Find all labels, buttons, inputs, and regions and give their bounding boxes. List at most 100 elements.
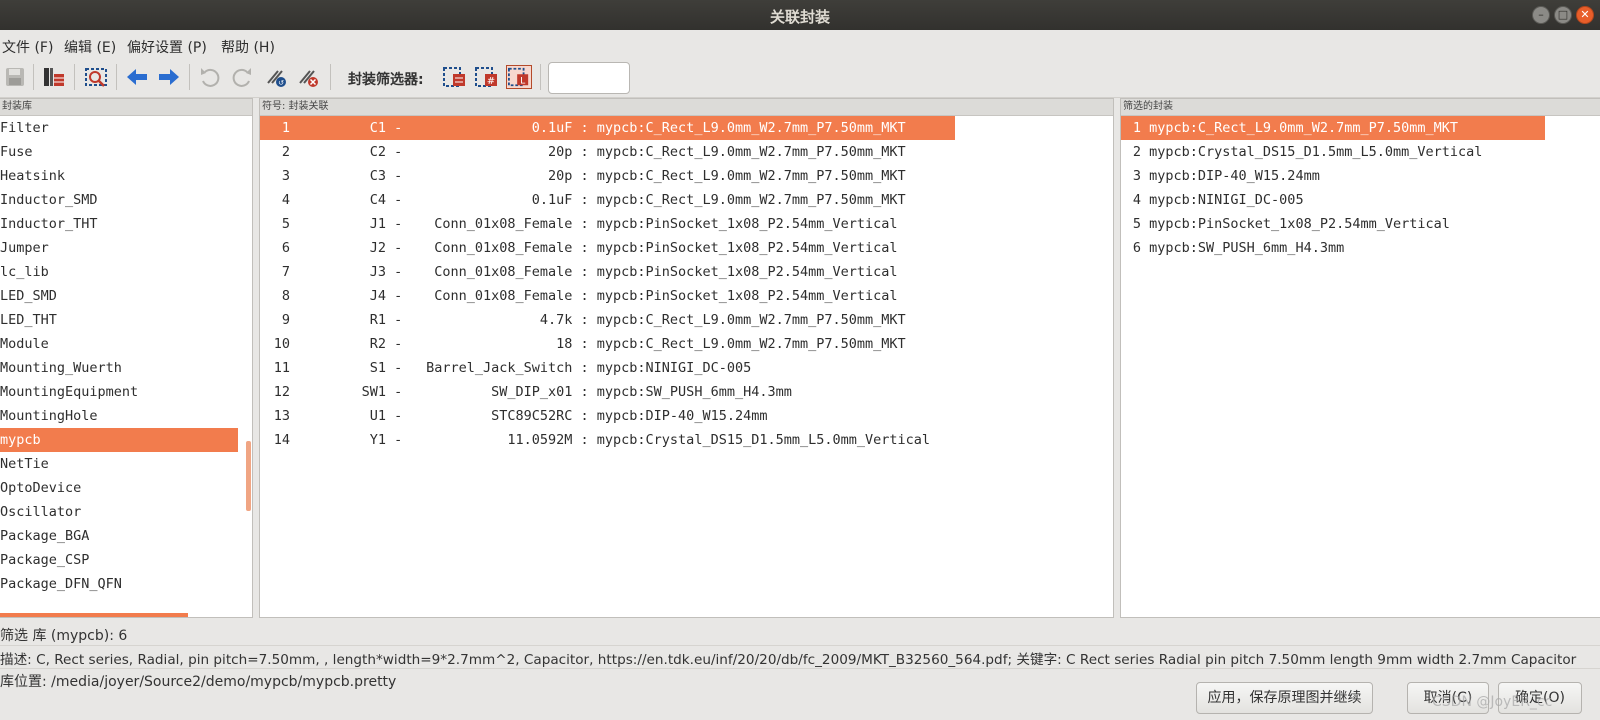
filtered-footprints-header: 筛选的封装 [1121,99,1600,116]
association-row[interactable]: 8 J4 - Conn_01x08_Female : mypcb:PinSocke… [260,284,1113,308]
library-horizontal-scrollbar[interactable] [0,613,188,617]
row-footprint: mypcb:C_Rect_L9.0mm_W2.7mm_P7.50mm_MKT [596,312,906,328]
filtered-footprint-row[interactable]: 4 mypcb:NINIGI_DC-005 [1121,188,1600,212]
app-window: 关联封装 – □ ✕ 文件 (F) 编辑 (E) 偏好设置 (P) 帮助 (H) [0,0,1600,720]
separator-dash: - [386,384,411,400]
library-item[interactable]: OptoDevice [0,476,238,500]
svg-text:#: # [487,76,495,87]
association-row[interactable]: 4 C4 - 0.1uF : mypcb:C_Rect_L9.0mm_W2.7mm… [260,188,1113,212]
library-item[interactable]: Oscillator [0,500,238,524]
separator-colon: : [572,384,597,400]
view-footprint-icon[interactable] [84,65,108,89]
library-item[interactable]: Package_BGA [0,524,238,548]
menu-edit[interactable]: 编辑 (E) [64,37,116,57]
row-value: 0.1uF [531,192,573,208]
undo-icon[interactable] [198,65,222,89]
filter-by-pin-count-icon[interactable]: # [474,65,500,89]
library-item[interactable]: mypcb [0,428,238,452]
association-row[interactable]: 2 C2 - 20p : mypcb:C_Rect_L9.0mm_W2.7mm_P… [260,140,1113,164]
row-value: SW_DIP_x01 [491,384,573,400]
association-row[interactable]: 11 S1 - Barrel_Jack_Switch : mypcb:NINIGI… [260,356,1113,380]
separator-colon: : [572,360,597,376]
library-table-icon[interactable] [42,65,66,89]
library-item[interactable]: Module [0,332,238,356]
separator-colon: : [572,144,597,160]
separator-colon: : [572,216,597,232]
row-reference: J3 [369,264,386,280]
library-item[interactable]: Heatsink [0,164,238,188]
title-bar: 关联封装 – □ ✕ [0,0,1600,30]
delete-associations-icon[interactable] [296,65,320,89]
library-item[interactable]: LED_SMD [0,284,238,308]
association-row[interactable]: 13 U1 - STC89C52RC : mypcb:DIP-40_W15.24m… [260,404,1113,428]
library-item[interactable]: Inductor_SMD [0,188,238,212]
library-vertical-scrollbar[interactable] [246,441,251,511]
filtered-footprint-row[interactable]: 1 mypcb:C_Rect_L9.0mm_W2.7mm_P7.50mm_MKT [1121,116,1545,140]
row-value: Barrel_Jack_Switch [426,360,573,376]
footprint-description: 描述: C, Rect series, Radial, pin pitch=7.… [0,652,1577,668]
row-value: 4.7k [539,312,573,328]
redo-icon[interactable] [230,65,254,89]
close-button[interactable]: ✕ [1576,6,1594,24]
menu-file[interactable]: 文件 (F) [2,37,53,57]
association-row[interactable]: 6 J2 - Conn_01x08_Female : mypcb:PinSocke… [260,236,1113,260]
association-row[interactable]: 9 R1 - 4.7k : mypcb:C_Rect_L9.0mm_W2.7mm_… [260,308,1113,332]
library-item[interactable]: Mounting_Wuerth [0,356,238,380]
row-number: 3 [281,168,290,184]
status-divider [0,645,1600,646]
row-reference: SW1 [361,384,386,400]
library-item[interactable]: MountingEquipment [0,380,238,404]
row-number: 13 [273,408,290,424]
library-item[interactable]: Package_DFN_QFN [0,572,238,596]
row-footprint: mypcb:C_Rect_L9.0mm_W2.7mm_P7.50mm_MKT [596,144,906,160]
filtered-footprint-row[interactable]: 5 mypcb:PinSocket_1x08_P2.54mm_Vertical [1121,212,1600,236]
row-value: Conn_01x08_Female [434,216,573,232]
separator-dash: - [386,408,411,424]
row-value: 20p [548,144,573,160]
arrow-left-icon[interactable] [125,65,149,89]
footprint-name: mypcb:C_Rect_L9.0mm_W2.7mm_P7.50mm_MKT [1149,120,1458,136]
library-item[interactable]: LED_THT [0,308,238,332]
toolbar-separator [33,64,34,90]
footprint-name: mypcb:NINIGI_DC-005 [1149,192,1304,208]
row-footprint: mypcb:PinSocket_1x08_P2.54mm_Vertical [596,240,898,256]
arrow-right-icon[interactable] [157,65,181,89]
filtered-footprint-row[interactable]: 6 mypcb:SW_PUSH_6mm_H4.3mm [1121,236,1600,260]
association-row[interactable]: 14 Y1 - 11.0592M : mypcb:Crystal_DS15_D1.… [260,428,1113,452]
apply-save-continue-button[interactable]: 应用，保存原理图并继续 [1196,682,1373,714]
separator-dash: - [386,192,411,208]
maximize-button[interactable]: □ [1554,6,1572,24]
association-row[interactable]: 10 R2 - 18 : mypcb:C_Rect_L9.0mm_W2.7mm_P… [260,332,1113,356]
association-row[interactable]: 5 J1 - Conn_01x08_Female : mypcb:PinSocke… [260,212,1113,236]
menu-help[interactable]: 帮助 (H) [221,37,275,57]
menu-preferences[interactable]: 偏好设置 (P) [127,37,207,57]
library-item[interactable]: Fuse [0,140,238,164]
association-row[interactable]: 7 J3 - Conn_01x08_Female : mypcb:PinSocke… [260,260,1113,284]
row-value: 0.1uF [531,120,573,136]
association-row[interactable]: 12 SW1 - SW_DIP_x01 : mypcb:SW_PUSH_6mm_H… [260,380,1113,404]
row-number: 7 [281,264,290,280]
save-icon[interactable] [3,65,27,89]
filter-by-library-icon[interactable]: L [506,65,532,89]
library-item[interactable]: lc_lib [0,260,238,284]
library-item[interactable]: Jumper [0,236,238,260]
library-item[interactable]: Package_CSP [0,548,238,572]
filtered-footprint-row[interactable]: 2 mypcb:Crystal_DS15_D1.5mm_L5.0mm_Verti… [1121,140,1600,164]
library-item[interactable]: Filter [0,116,238,140]
filtered-footprint-row[interactable]: 3 mypcb:DIP-40_W15.24mm [1121,164,1600,188]
library-item[interactable]: Inductor_THT [0,212,238,236]
separator-colon: : [572,264,597,280]
auto-associate-icon[interactable]: ↺ [264,65,288,89]
row-footprint: mypcb:PinSocket_1x08_P2.54mm_Vertical [596,264,898,280]
filter-by-keyword-icon[interactable] [442,65,468,89]
minimize-button[interactable]: – [1532,6,1550,24]
library-item[interactable]: NetTie [0,452,238,476]
association-row[interactable]: 3 C3 - 20p : mypcb:C_Rect_L9.0mm_W2.7mm_P… [260,164,1113,188]
association-row[interactable]: 1 C1 - 0.1uF : mypcb:C_Rect_L9.0mm_W2.7mm… [260,116,955,140]
association-panel-header: 符号: 封装关联 [260,99,1113,116]
status-divider [0,668,1600,669]
filter-text-input[interactable] [548,62,630,94]
library-item[interactable]: MountingHole [0,404,238,428]
